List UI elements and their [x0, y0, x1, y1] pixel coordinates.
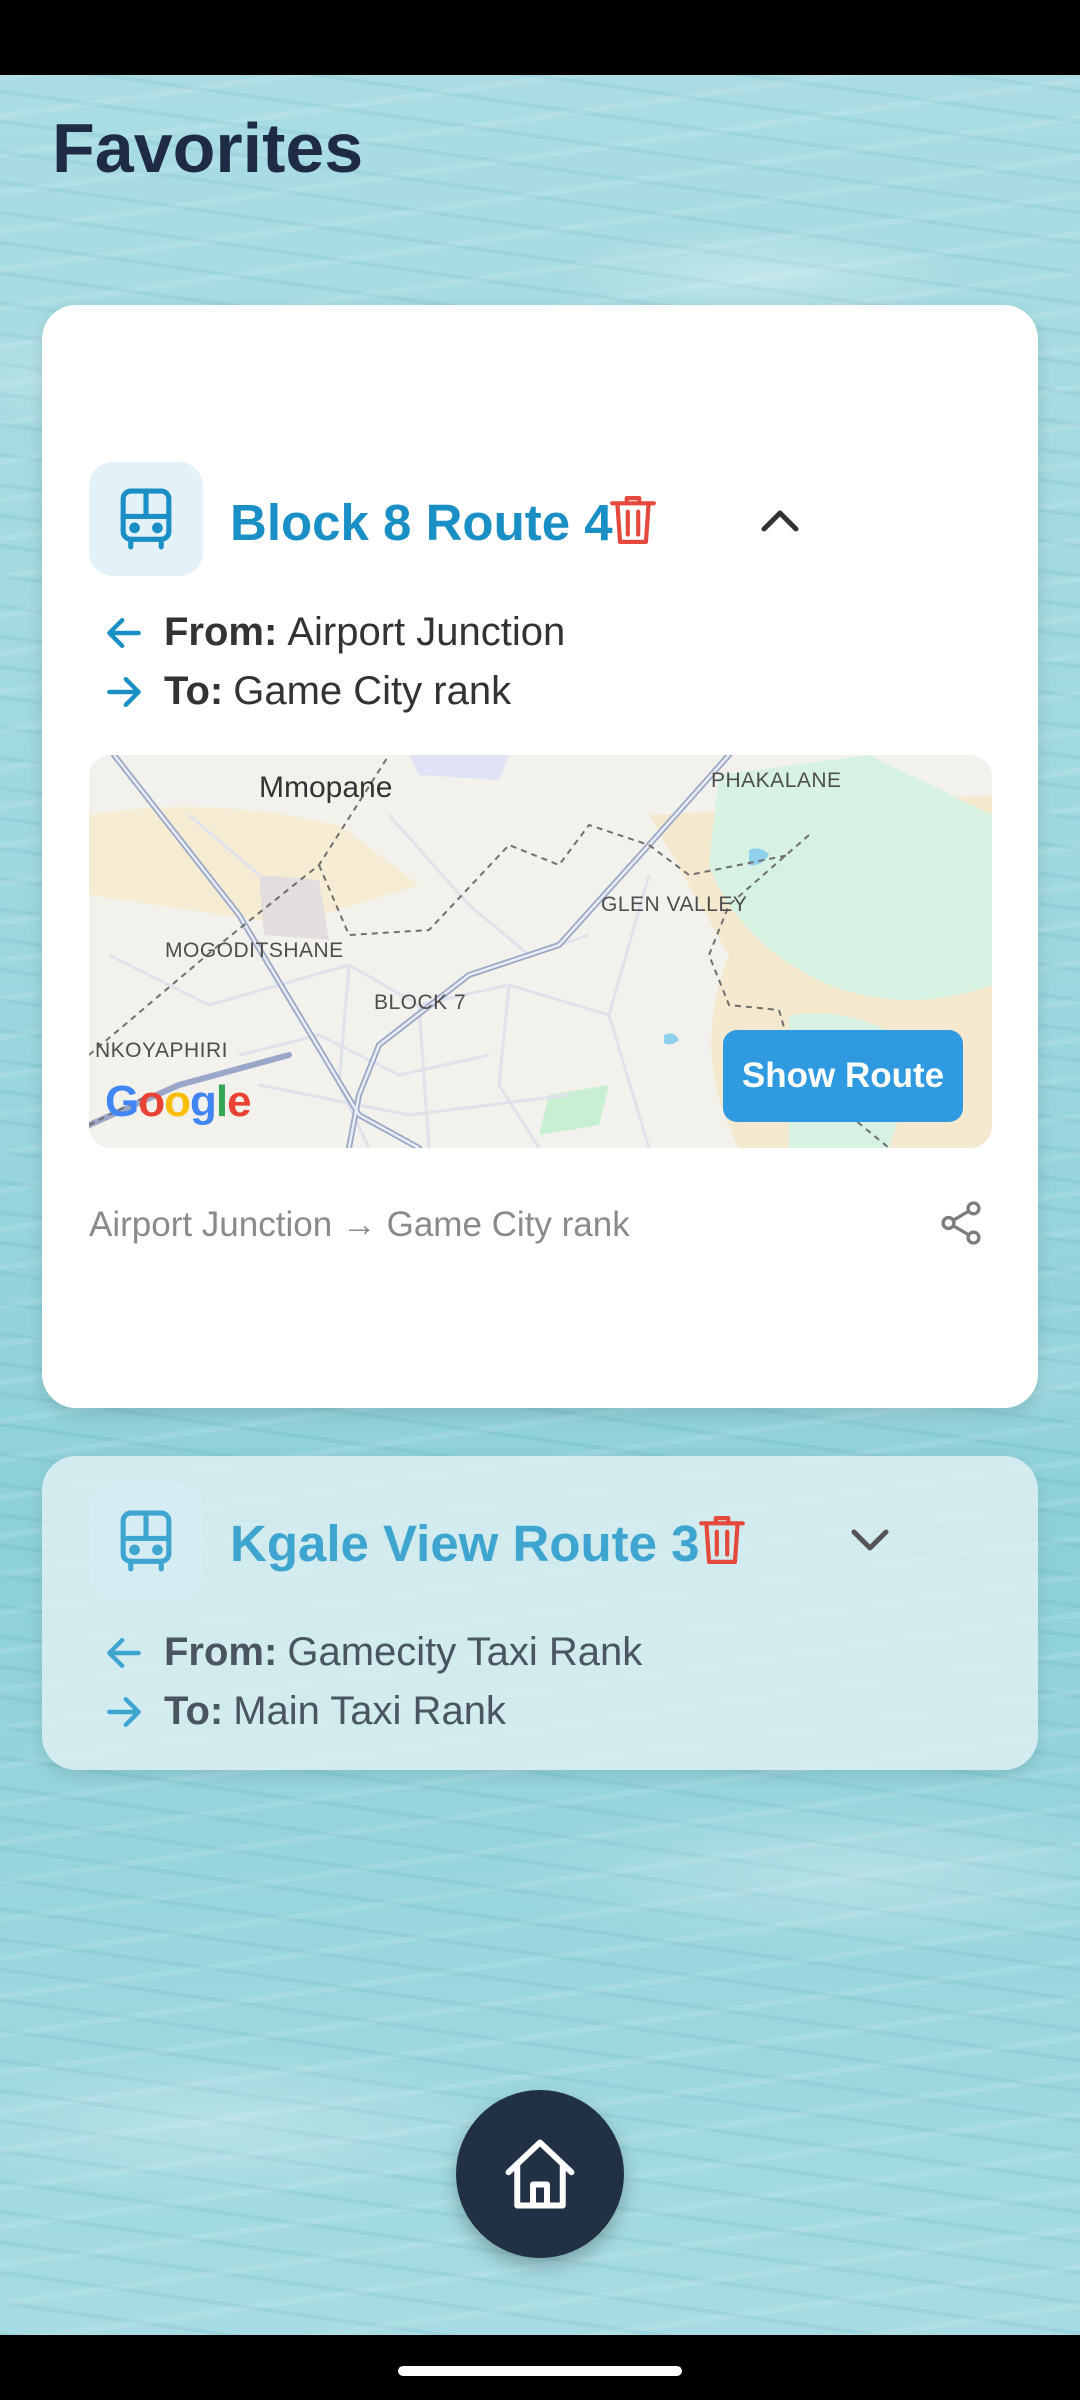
- bus-icon: [89, 462, 203, 576]
- map-place-label: Mmopane: [259, 771, 393, 804]
- chevron-down-icon[interactable]: [848, 1526, 892, 1556]
- home-indicator[interactable]: [398, 2366, 682, 2376]
- route-title: Block 8 Route 4: [230, 494, 613, 551]
- google-logo: Google: [105, 1077, 252, 1126]
- favorite-card[interactable]: Kgale View Route 3 From: Gamecity Taxi R…: [42, 1456, 1038, 1770]
- from-value: Airport Junction: [287, 610, 566, 654]
- map-place-label: NKOYAPHIRI: [95, 1039, 228, 1062]
- route-title: Kgale View Route 3: [230, 1515, 700, 1572]
- home-icon: [505, 2139, 575, 2209]
- to-row: To: Main Taxi Rank: [102, 1689, 506, 1734]
- map-place-label: GLEN VALLEY: [601, 893, 748, 916]
- bus-icon: [89, 1484, 203, 1598]
- from-row: From: Gamecity Taxi Rank: [102, 1630, 642, 1675]
- to-row: To: Game City rank: [102, 669, 511, 714]
- map-place-label: PHAKALANE: [711, 769, 842, 792]
- to-value: Main Taxi Rank: [233, 1689, 506, 1733]
- map-place-label: MOGODITSHANE: [165, 939, 344, 962]
- favorite-card[interactable]: Block 8 Route 4 From: Airport Junction T…: [42, 305, 1038, 1408]
- to-label: To:: [164, 669, 224, 713]
- from-row: From: Airport Junction: [102, 610, 565, 655]
- chevron-up-icon[interactable]: [758, 505, 802, 535]
- arrow-right-icon: [102, 1690, 146, 1734]
- show-route-button[interactable]: Show Route: [723, 1030, 963, 1122]
- to-label: To:: [164, 1689, 224, 1733]
- share-icon[interactable]: [936, 1198, 986, 1248]
- arrow-left-icon: [102, 1631, 146, 1675]
- arrow-left-icon: [102, 611, 146, 655]
- from-label: From:: [164, 1630, 278, 1674]
- to-value: Game City rank: [233, 669, 512, 713]
- from-label: From:: [164, 610, 278, 654]
- from-value: Gamecity Taxi Rank: [287, 1630, 643, 1674]
- home-button[interactable]: [456, 2090, 624, 2258]
- route-summary: Airport Junction → Game City rank: [89, 1205, 630, 1244]
- map-place-label: BLOCK 7: [374, 991, 467, 1014]
- trash-icon[interactable]: [697, 1512, 747, 1568]
- page-title: Favorites: [52, 109, 364, 187]
- arrow-right-icon: [102, 670, 146, 714]
- status-bar: [0, 0, 1080, 75]
- route-map[interactable]: Mmopane PHAKALANE GLEN VALLEY MOGODITSHA…: [89, 755, 992, 1148]
- trash-icon[interactable]: [608, 492, 658, 548]
